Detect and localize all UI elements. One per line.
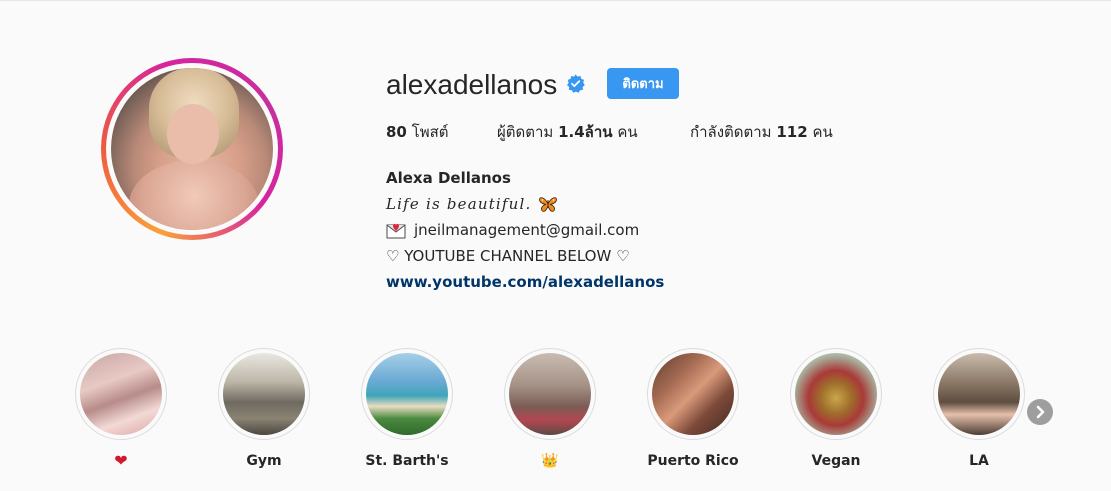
highlight-cover — [795, 353, 877, 435]
verified-badge-icon — [567, 74, 585, 93]
love-letter-icon — [386, 223, 406, 239]
highlight-item[interactable]: 👑 — [491, 346, 611, 481]
profile-full-name: Alexa Dellanos — [386, 169, 511, 187]
highlight-cover — [80, 353, 162, 435]
crown-icon: 👑 — [541, 453, 559, 469]
bio-quote-line: Life is beautiful. — [386, 191, 664, 217]
bio-email: jneilmanagement@gmail.com — [414, 221, 640, 239]
stat-posts: 80 โพสต์ — [386, 121, 449, 143]
highlight-label: St. Barth's — [365, 453, 449, 469]
following-unit: คน — [812, 123, 833, 141]
highlight-label: Puerto Rico — [647, 453, 739, 469]
highlight-cover — [509, 353, 591, 435]
profile-bio: Alexa Dellanos Life is beautiful. jneilm… — [386, 165, 664, 295]
bio-quote: Life is beautiful. — [386, 195, 532, 213]
highlight-item[interactable]: Vegan — [777, 346, 897, 481]
followers-label: ผู้ติดตาม — [497, 123, 554, 141]
highlight-label: Gym — [246, 453, 282, 469]
followers-unit: คน — [617, 123, 638, 141]
highlight-item[interactable]: St. Barth's — [348, 346, 468, 481]
posts-count: 80 — [386, 123, 407, 141]
stat-followers[interactable]: ผู้ติดตาม 1.4ล้าน คน — [497, 121, 638, 143]
highlight-label: LA — [969, 453, 989, 469]
highlight-item[interactable]: Gym — [205, 346, 325, 481]
highlight-item[interactable]: LA — [920, 346, 1040, 481]
bio-email-line: jneilmanagement@gmail.com — [386, 217, 664, 243]
posts-label: โพสต์ — [411, 123, 449, 141]
bio-website-link[interactable]: www.youtube.com/alexadellanos — [386, 269, 664, 295]
bio-youtube-text: ♡ YOUTUBE CHANNEL BELOW ♡ — [386, 247, 630, 265]
followers-count: 1.4ล้าน — [558, 123, 613, 141]
butterfly-icon — [538, 197, 557, 212]
highlights-next-button[interactable] — [1027, 399, 1053, 425]
stat-following[interactable]: กำลังติดตาม 112 คน — [690, 121, 833, 143]
profile-avatar[interactable] — [101, 58, 283, 240]
avatar-photo — [111, 68, 273, 230]
profile-username: alexadellanos — [386, 69, 558, 100]
follow-button[interactable]: ติดตาม — [607, 68, 679, 99]
highlight-item[interactable]: Puerto Rico — [634, 346, 754, 481]
highlight-cover — [938, 353, 1020, 435]
highlight-cover — [223, 353, 305, 435]
heart-icon: ❤ — [114, 451, 128, 470]
following-label: กำลังติดตาม — [690, 123, 772, 141]
highlight-cover — [652, 353, 734, 435]
highlight-item[interactable]: ❤ — [62, 346, 182, 481]
chevron-right-icon — [1036, 405, 1045, 419]
profile-page: alexadellanos ติดตาม 80 โพสต์ ผู้ติดตาม … — [0, 0, 1111, 491]
highlight-label: Vegan — [811, 453, 861, 469]
following-count: 112 — [776, 123, 808, 141]
highlight-cover — [366, 353, 448, 435]
story-highlights: ❤ Gym St. Barth's 👑 Puerto Rico Vegan LA — [0, 346, 1111, 486]
